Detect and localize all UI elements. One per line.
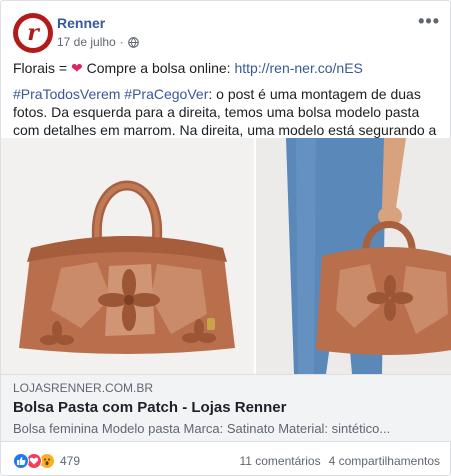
- product-link[interactable]: http://ren-ner.co/nES: [234, 60, 362, 76]
- hashtag-pracegover[interactable]: #PraCegoVer: [124, 86, 208, 102]
- reactions-summary[interactable]: 479: [13, 453, 80, 469]
- preview-description: Bolsa feminina Modelo pasta Marca: Satin…: [13, 421, 391, 436]
- post-media[interactable]: [1, 138, 451, 374]
- post-line-1: Florais = ❤ Compre a bolsa online: http:…: [13, 59, 440, 77]
- page-avatar[interactable]: r: [13, 13, 53, 53]
- shares-count-link[interactable]: 4 compartilhamentos: [329, 454, 440, 468]
- facebook-post: r Renner 17 de julho · ••• Florais = ❤ C…: [0, 0, 451, 476]
- post-date[interactable]: 17 de julho: [57, 35, 116, 49]
- like-icon: [13, 453, 29, 469]
- hashtag-pratodosverem[interactable]: #PraTodosVerem: [13, 86, 120, 102]
- heart-icon: ❤: [70, 60, 83, 76]
- comments-count-link[interactable]: 11 comentários: [239, 454, 320, 468]
- post-meta: 17 de julho ·: [57, 35, 139, 49]
- preview-domain: LOJASRENNER.COM.BR: [13, 381, 154, 395]
- bag-product-photo[interactable]: [1, 138, 254, 374]
- link-preview[interactable]: LOJASRENNER.COM.BR Bolsa Pasta com Patch…: [1, 374, 451, 442]
- model-illustration: [256, 138, 451, 374]
- model-holding-bag-photo[interactable]: [256, 138, 451, 374]
- more-options-icon[interactable]: •••: [418, 12, 440, 30]
- post-footer: 479 11 comentários 4 compartilhamentos: [13, 450, 440, 472]
- reaction-count[interactable]: 479: [60, 454, 80, 468]
- page-name-link[interactable]: Renner: [57, 15, 105, 31]
- post-line-1-cta: Compre a bolsa online:: [82, 60, 235, 76]
- preview-title[interactable]: Bolsa Pasta com Patch - Lojas Renner: [13, 398, 440, 418]
- post-header: r Renner 17 de julho · •••: [13, 12, 440, 53]
- globe-icon[interactable]: [127, 36, 139, 48]
- bag-illustration: [19, 180, 235, 354]
- meta-separator: ·: [119, 35, 124, 49]
- post-line-1-text: Florais =: [13, 60, 71, 76]
- renner-logo-icon: r: [18, 18, 48, 48]
- engagement-stats: 11 comentários 4 compartilhamentos: [239, 454, 440, 468]
